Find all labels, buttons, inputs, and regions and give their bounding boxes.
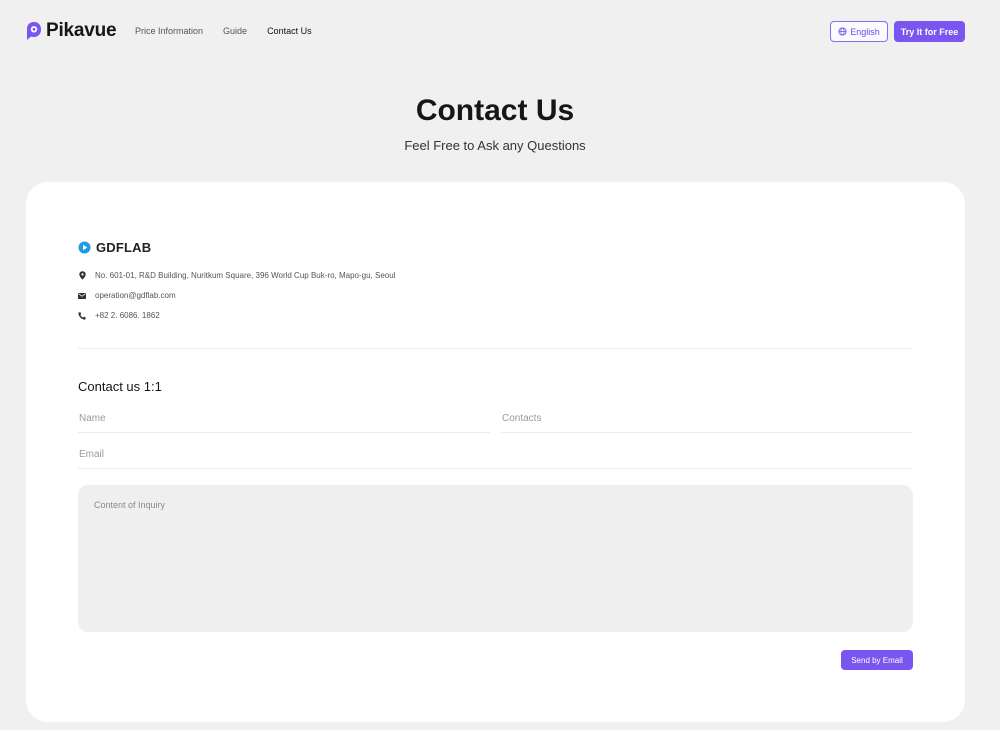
company-address-row: No. 601-01, R&D Building, Nuritkum Squar…	[78, 271, 395, 280]
language-button[interactable]: English	[830, 21, 888, 42]
company-email-row: operation@gdflab.com	[78, 291, 176, 300]
company-address: No. 601-01, R&D Building, Nuritkum Squar…	[95, 271, 396, 280]
location-pin-icon	[78, 271, 86, 280]
pikavue-logo-icon	[27, 22, 41, 40]
company-header: GDFLAB	[78, 240, 151, 255]
company-name: GDFLAB	[96, 240, 152, 255]
nav-links: Price Information Guide Contact Us	[135, 26, 332, 36]
nav-link-price-information[interactable]: Price Information	[135, 26, 203, 36]
play-icon	[78, 241, 91, 254]
top-nav: Pikavue Price Information Guide Contact …	[0, 0, 1000, 64]
nav-link-contact-us[interactable]: Contact Us	[267, 26, 312, 36]
contacts-field[interactable]: Contacts	[501, 407, 912, 433]
phone-icon	[78, 311, 86, 320]
section-divider	[78, 348, 912, 349]
nav-link-guide[interactable]: Guide	[223, 26, 247, 36]
form-title: Contact us 1:1	[78, 379, 162, 394]
mail-icon	[78, 291, 86, 300]
brand-logo[interactable]: Pikavue	[26, 20, 117, 42]
company-phone-row: +82 2. 6086. 1862	[78, 311, 160, 320]
language-label: English	[850, 26, 880, 37]
name-field[interactable]: Name	[78, 407, 490, 433]
company-email[interactable]: operation@gdflab.com	[95, 291, 176, 300]
contact-card: GDFLAB No. 601-01, R&D Building, Nuritku…	[26, 182, 965, 722]
company-phone: +82 2. 6086. 1862	[95, 311, 160, 320]
page-subtitle: Feel Free to Ask any Questions	[404, 138, 586, 153]
brand-name: Pikavue	[46, 20, 117, 41]
globe-icon	[838, 27, 847, 36]
email-field[interactable]: Email	[78, 443, 912, 469]
inquiry-content-textarea[interactable]: Content of Inquiry	[78, 485, 913, 632]
page-title: Contact Us	[415, 94, 575, 127]
try-it-for-free-button[interactable]: Try It for Free	[894, 21, 965, 42]
send-by-email-button[interactable]: Send by Email	[841, 650, 913, 670]
